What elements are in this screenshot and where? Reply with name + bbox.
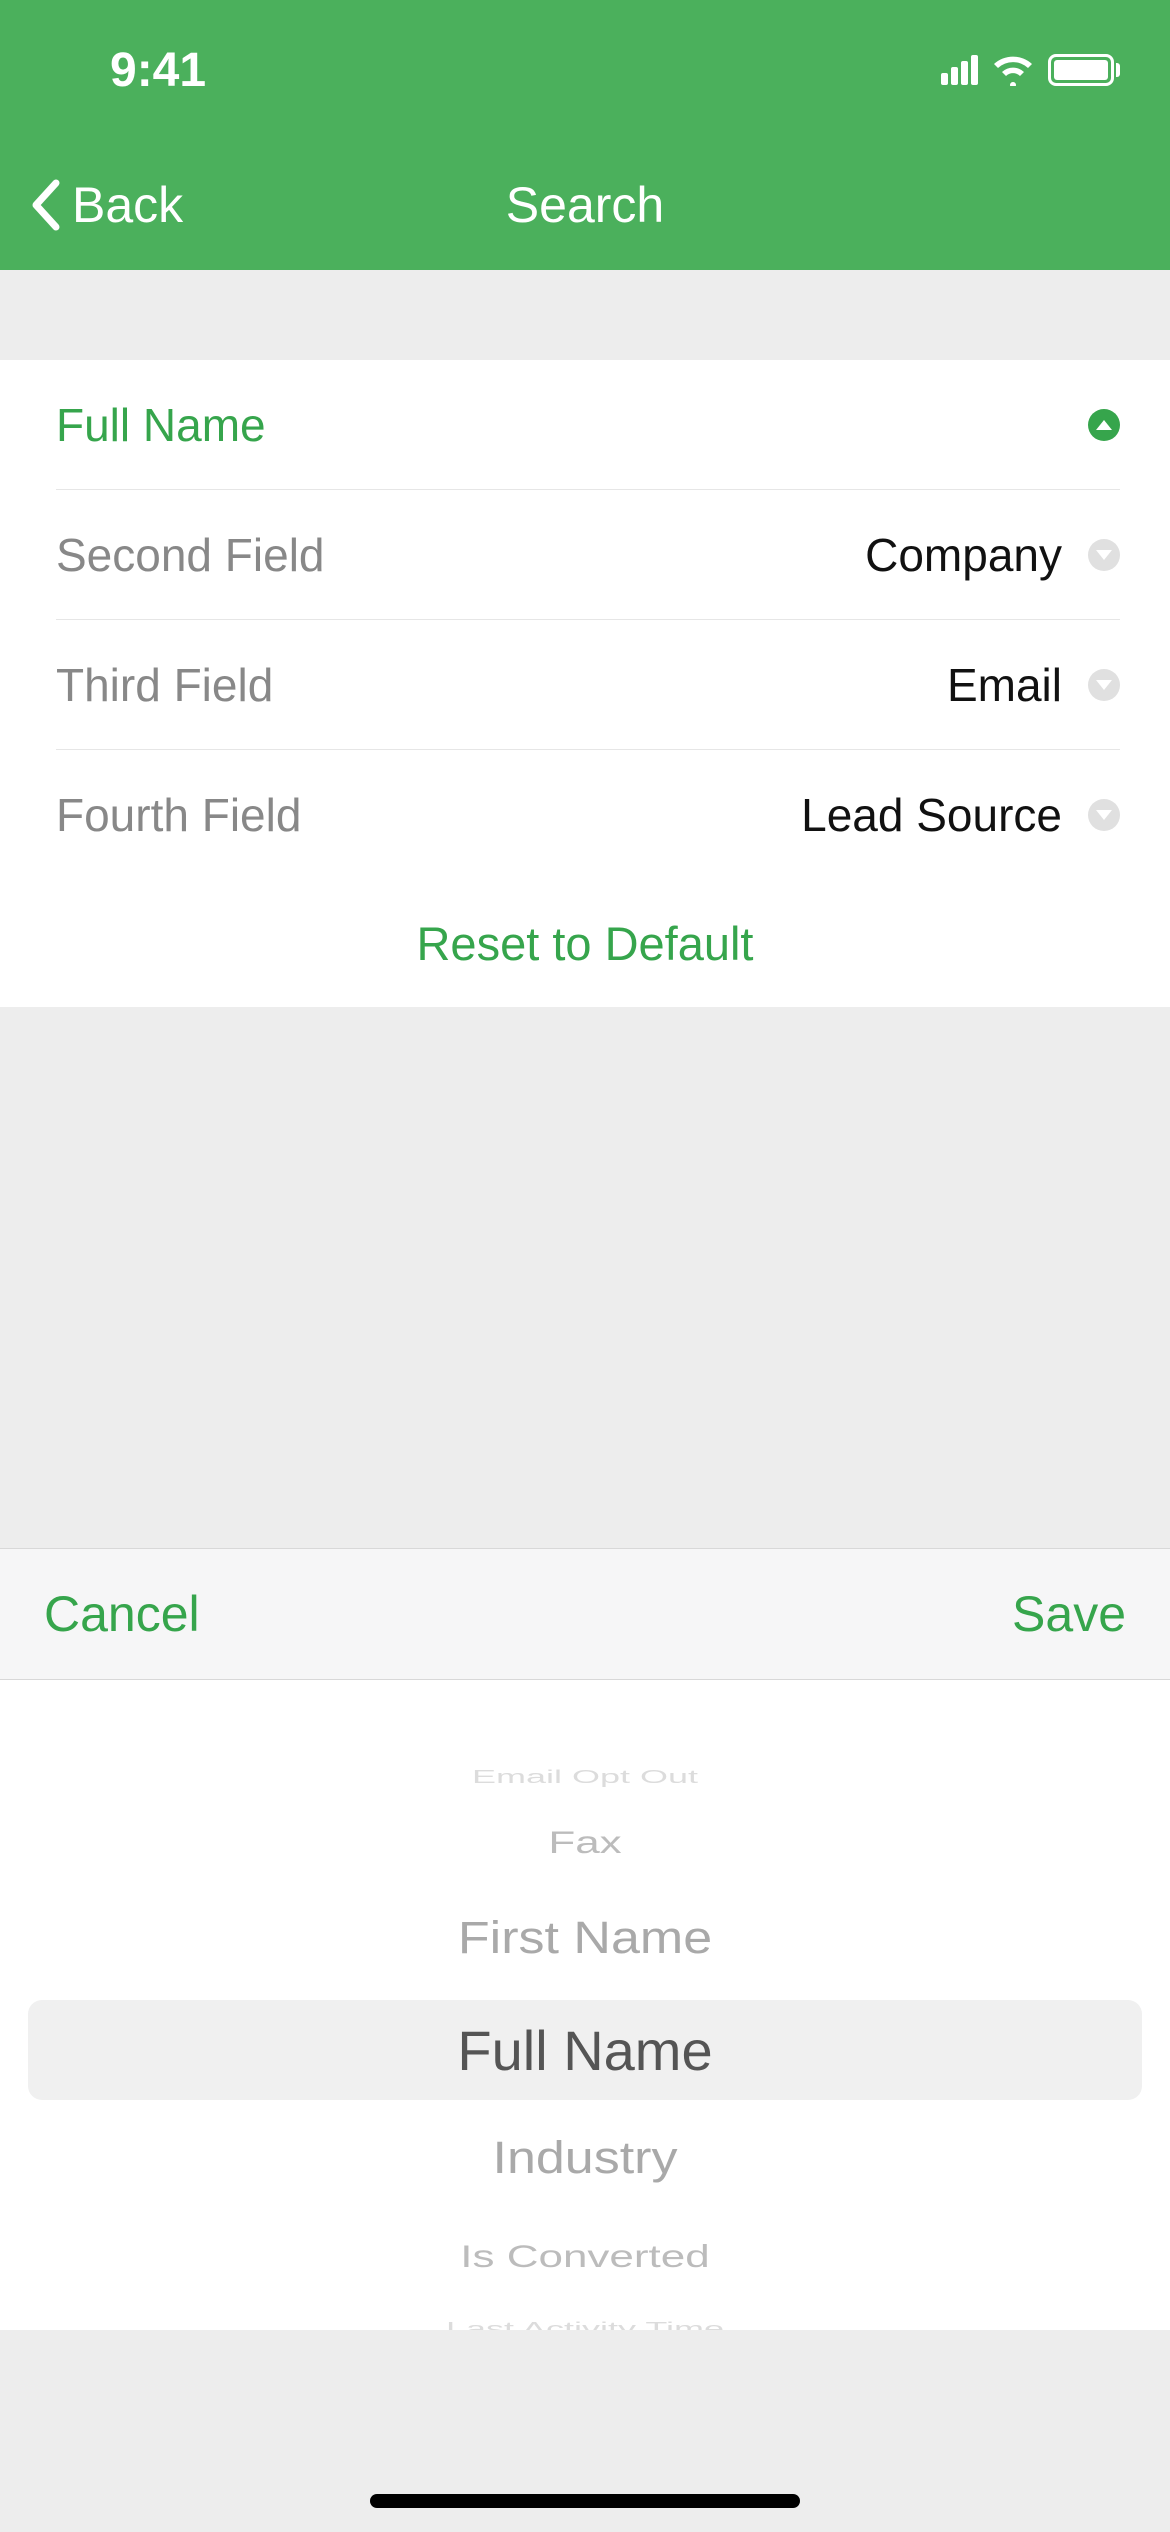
picker-toolbar: Cancel Save: [0, 1548, 1170, 1680]
field-list: Full Name Second Field Company Third Fie…: [0, 360, 1170, 880]
dropdown-up-icon: [1088, 409, 1120, 441]
dropdown-down-icon: [1088, 539, 1120, 571]
picker-item-selected[interactable]: Full Name: [457, 2018, 712, 2083]
cancel-button[interactable]: Cancel: [44, 1585, 200, 1643]
status-bar: 9:41: [0, 0, 1170, 140]
reset-to-default-button[interactable]: Reset to Default: [0, 880, 1170, 1007]
status-time: 9:41: [110, 43, 206, 98]
picker-item[interactable]: First Name: [458, 1912, 712, 1965]
field-row-third[interactable]: Third Field Email: [0, 620, 1170, 750]
wifi-icon: [992, 54, 1034, 86]
home-indicator[interactable]: [370, 2494, 800, 2508]
save-button[interactable]: Save: [1012, 1585, 1126, 1643]
field-label: Third Field: [56, 658, 273, 712]
field-value: Email: [947, 658, 1062, 712]
field-value: Company: [865, 528, 1062, 582]
field-row-second[interactable]: Second Field Company: [0, 490, 1170, 620]
back-button[interactable]: Back: [30, 176, 183, 234]
navigation-bar: Back Search: [0, 140, 1170, 270]
dropdown-down-icon: [1088, 669, 1120, 701]
field-label: Second Field: [56, 528, 325, 582]
back-label: Back: [72, 176, 183, 234]
save-label: Save: [1012, 1586, 1126, 1642]
picker-item[interactable]: Is Converted: [460, 2239, 709, 2275]
picker-item[interactable]: Fax: [548, 1825, 621, 1861]
picker-item[interactable]: Industry: [493, 2132, 678, 2185]
field-value: Lead Source: [801, 788, 1062, 842]
cellular-signal-icon: [941, 55, 978, 85]
field-label: Full Name: [56, 398, 266, 452]
picker-item[interactable]: Email Opt Out: [472, 1767, 698, 1788]
status-icons: [941, 54, 1120, 86]
dropdown-down-icon: [1088, 799, 1120, 831]
page-title: Search: [506, 176, 664, 234]
field-label: Fourth Field: [56, 788, 301, 842]
picker-item[interactable]: Last Activity Time: [446, 2319, 724, 2331]
chevron-left-icon: [30, 179, 62, 231]
field-row-fourth[interactable]: Fourth Field Lead Source: [0, 750, 1170, 880]
battery-icon: [1048, 54, 1120, 86]
picker-wheel[interactable]: Email Opt Out Fax First Name Full Name I…: [0, 1680, 1170, 2330]
field-row-first[interactable]: Full Name: [0, 360, 1170, 490]
